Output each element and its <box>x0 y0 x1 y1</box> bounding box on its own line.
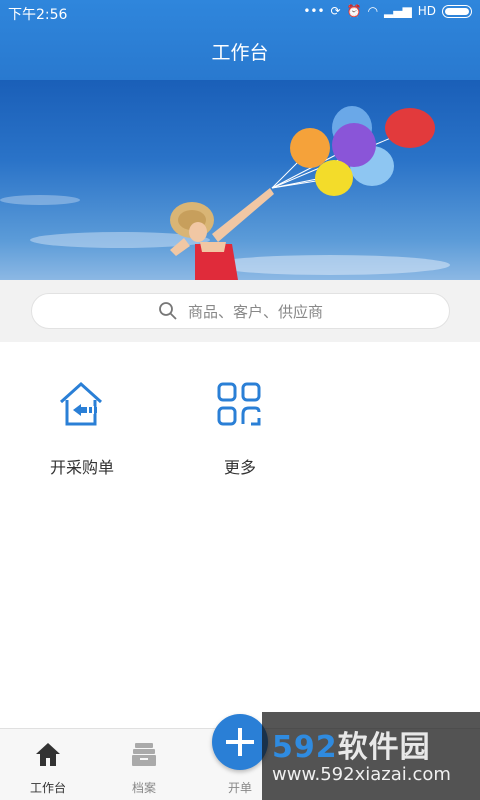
tab-workbench[interactable]: 工作台 <box>0 729 96 800</box>
network-type: HD <box>417 4 436 18</box>
status-bar: 下午2:56 ••• ⟳ ⏰ ◠ ▂▄▆ HD <box>0 0 480 26</box>
search-icon <box>159 302 177 320</box>
alarm-icon: ⏰ <box>346 4 362 18</box>
watermark-brand-number: 592 <box>272 730 338 765</box>
tab-label: 工作台 <box>29 781 66 795</box>
watermark-brand: 592软件园 <box>272 722 431 766</box>
sync-icon: ⟳ <box>330 4 341 18</box>
tile-more[interactable]: 更多 <box>170 380 300 490</box>
search-section: 商品、客户、供应商 <box>0 280 480 342</box>
watermark-url: www.592xiazai.com <box>272 764 451 785</box>
status-time: 下午2:56 <box>8 7 68 23</box>
tile-label: 更多 <box>223 458 256 477</box>
watermark-brand-text: 软件园 <box>337 730 431 765</box>
add-order-button[interactable] <box>212 714 268 770</box>
purchase-order-icon <box>59 381 103 426</box>
search-placeholder: 商品、客户、供应商 <box>187 302 323 321</box>
dots-icon: ••• <box>303 4 325 18</box>
tab-label: 档案 <box>131 781 156 795</box>
archive-icon <box>132 743 156 766</box>
signal-icon: ▂▄▆ <box>384 4 412 18</box>
banner-image[interactable] <box>0 80 480 280</box>
more-grid-icon <box>217 382 261 426</box>
tab-archive[interactable]: 档案 <box>96 729 192 800</box>
battery-icon <box>442 4 472 18</box>
wifi-icon: ◠ <box>367 4 379 18</box>
tile-purchase-order[interactable]: 开采购单 <box>12 380 142 490</box>
home-icon <box>36 743 60 766</box>
page-title: 工作台 <box>211 42 269 64</box>
search-input[interactable]: 商品、客户、供应商 <box>31 293 450 329</box>
app-header: 下午2:56 ••• ⟳ ⏰ ◠ ▂▄▆ HD 工作台 <box>0 0 480 80</box>
tile-label: 开采购单 <box>49 458 114 477</box>
status-icons: ••• ⟳ ⏰ ◠ ▂▄▆ HD <box>303 4 472 18</box>
watermark: 592软件园 www.592xiazai.com <box>262 712 480 800</box>
banner-illustration <box>0 106 450 280</box>
